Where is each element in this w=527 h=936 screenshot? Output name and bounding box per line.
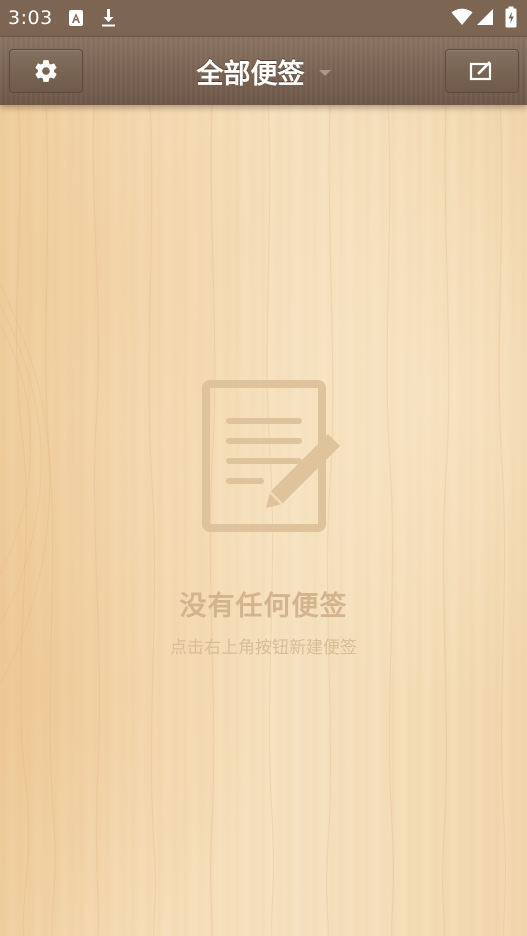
notes-list-area: 没有任何便签 点击右上角按钮新建便签	[0, 104, 527, 936]
page-title: 全部便签	[196, 58, 305, 90]
wifi-icon	[451, 8, 473, 25]
battery-icon	[505, 6, 517, 28]
caret-down-icon	[318, 70, 331, 76]
compose-icon	[469, 61, 492, 81]
status-time: 3:03	[8, 7, 53, 29]
settings-button[interactable]	[9, 49, 83, 93]
signal-icon	[477, 9, 493, 25]
notebook-selector[interactable]: 全部便签	[150, 37, 377, 105]
download-icon	[102, 9, 115, 27]
a-notification-icon	[69, 10, 83, 26]
new-note-button[interactable]	[445, 49, 519, 93]
note-with-pencil-icon	[202, 380, 340, 532]
app-bar: 全部便签	[0, 36, 527, 105]
empty-state-hint: 点击右上角按钮新建便签	[170, 638, 357, 658]
status-bar: 3:03	[0, 0, 527, 36]
empty-state-title: 没有任何便签	[179, 591, 348, 622]
gear-icon	[35, 60, 57, 82]
